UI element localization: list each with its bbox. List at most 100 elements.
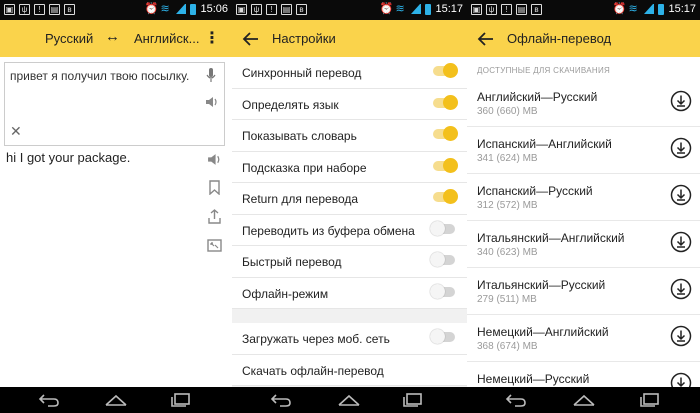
fullscreen-icon[interactable] (207, 238, 222, 253)
settings-row[interactable]: Загружать через моб. сеть (232, 323, 467, 355)
status-bar: ▣ ψ ! ▤ в ⏰ ≋ 15:06 (0, 0, 232, 20)
status-time: 15:17 (435, 3, 463, 15)
toggle-switch[interactable] (433, 94, 458, 110)
offline-pack-item[interactable]: Итальянский—Русский 279 (511) MB (467, 268, 700, 315)
pack-name: Итальянский—Английский (477, 231, 625, 245)
pack-size: 279 (511) MB (477, 294, 537, 305)
settings-row-label: Переводить из буфера обмена (242, 223, 415, 238)
notification-icon: ▣ (4, 4, 15, 15)
pack-size: 360 (660) MB (477, 106, 538, 117)
close-icon[interactable]: ✕ (10, 123, 22, 140)
vk-icon: в (531, 4, 542, 15)
vk-icon: в (296, 4, 307, 15)
settings-row-label: Офлайн-режим (242, 286, 329, 301)
mic-icon[interactable] (206, 68, 216, 83)
toggle-switch[interactable] (430, 329, 455, 344)
status-time: 15:06 (200, 3, 228, 15)
settings-row[interactable]: Подсказка при наборе (232, 152, 467, 183)
battery-icon (658, 3, 665, 15)
nav-back-icon[interactable] (505, 392, 527, 408)
settings-row-label: Подсказка при наборе (242, 160, 367, 175)
settings-row[interactable]: Офлайн-режим (232, 278, 467, 309)
toggle-knob (443, 189, 458, 204)
offline-pack-item[interactable]: Испанский—Английский 341 (624) MB (467, 127, 700, 174)
back-arrow-icon[interactable] (242, 30, 260, 48)
share-icon[interactable] (207, 209, 222, 224)
warning-icon: ! (34, 4, 45, 15)
toggle-knob (443, 157, 458, 173)
download-icon[interactable] (670, 90, 692, 112)
image-icon: ▤ (49, 4, 60, 15)
settings-row[interactable]: Переводить из буфера обмена (232, 215, 467, 246)
pack-name: Испанский—Английский (477, 137, 612, 151)
speaker-icon[interactable] (205, 95, 219, 109)
toggle-switch[interactable] (430, 252, 455, 267)
offline-pack-item[interactable]: Английский—Русский 360 (660) MB (467, 80, 700, 127)
wifi-icon: ≋ (160, 3, 170, 15)
nav-recents-icon[interactable] (170, 392, 192, 408)
settings-row-label: Синхронный перевод (242, 66, 362, 80)
nav-home-icon[interactable] (571, 392, 597, 408)
warning-icon: ! (266, 4, 277, 15)
target-language[interactable]: Английск... (134, 31, 199, 46)
toggle-switch[interactable] (433, 189, 458, 204)
nav-recents-icon[interactable] (402, 392, 424, 408)
image-icon: ▤ (516, 4, 527, 15)
download-icon[interactable] (670, 184, 692, 206)
settings-row-label: Быстрый перевод (242, 255, 342, 269)
pack-name: Немецкий—Русский (477, 372, 590, 386)
battery-icon (190, 3, 197, 15)
toggle-switch[interactable] (430, 220, 455, 236)
settings-row[interactable]: Определять язык (232, 89, 467, 120)
settings-row-label: Return для перевода (242, 192, 359, 206)
toolbar: Русский ↔ Английск... ⋮ (0, 20, 232, 57)
toggle-knob (430, 329, 445, 344)
speaker-icon[interactable] (207, 152, 222, 167)
toggle-switch[interactable] (430, 283, 455, 299)
battery-icon (425, 3, 432, 15)
section-header: ДОСТУПНЫЕ ДЛЯ СКАЧИВАНИЯ (477, 66, 611, 75)
settings-row[interactable]: Синхронный перевод (232, 57, 467, 89)
signal-icon (411, 4, 422, 14)
input-text[interactable]: привет я получил твою посылку. (10, 69, 190, 84)
toggle-switch[interactable] (433, 126, 458, 141)
download-icon[interactable] (670, 231, 692, 253)
nav-back-icon[interactable] (38, 392, 60, 408)
toggle-knob (443, 63, 458, 78)
nav-recents-icon[interactable] (639, 392, 661, 408)
input-box[interactable]: привет я получил твою посылку. ✕ (4, 62, 225, 146)
toggle-switch[interactable] (433, 63, 458, 78)
source-language[interactable]: Русский (45, 31, 93, 46)
download-icon[interactable] (670, 137, 692, 159)
toggle-knob (443, 94, 458, 110)
swap-languages-button[interactable]: ↔ (105, 28, 120, 45)
nav-home-icon[interactable] (103, 392, 129, 408)
menu-more-icon[interactable]: ⋮ (204, 28, 220, 48)
alarm-icon: ⏰ (379, 3, 394, 15)
nav-bar (467, 387, 700, 413)
settings-row-label: Показывать словарь (242, 129, 357, 143)
settings-row[interactable]: Показывать словарь (232, 120, 467, 152)
offline-pack-item[interactable]: Испанский—Русский 312 (572) MB (467, 174, 700, 221)
settings-row[interactable]: Return для перевода (232, 183, 467, 215)
offline-pack-item[interactable]: Итальянский—Английский 340 (623) MB (467, 221, 700, 268)
nav-back-icon[interactable] (270, 392, 292, 408)
pack-name: Итальянский—Русский (477, 278, 606, 292)
nav-home-icon[interactable] (336, 392, 362, 408)
pack-size: 341 (624) MB (477, 153, 538, 164)
wifi-icon: ≋ (628, 3, 638, 15)
download-icon[interactable] (670, 278, 692, 300)
toggle-switch[interactable] (433, 157, 458, 173)
bookmark-icon[interactable] (207, 180, 222, 195)
toggle-knob (430, 283, 445, 299)
vk-icon: в (64, 4, 75, 15)
download-icon[interactable] (670, 325, 692, 347)
pack-size: 312 (572) MB (477, 200, 538, 211)
back-arrow-icon[interactable] (477, 30, 495, 48)
pack-size: 340 (623) MB (477, 247, 538, 258)
settings-row[interactable]: Быстрый перевод (232, 246, 467, 278)
notification-icon: ▣ (236, 4, 247, 15)
offline-pack-item[interactable]: Немецкий—Английский 368 (674) MB (467, 315, 700, 362)
settings-row[interactable]: Скачать офлайн-перевод (232, 355, 467, 386)
usb-icon: ψ (251, 4, 262, 15)
